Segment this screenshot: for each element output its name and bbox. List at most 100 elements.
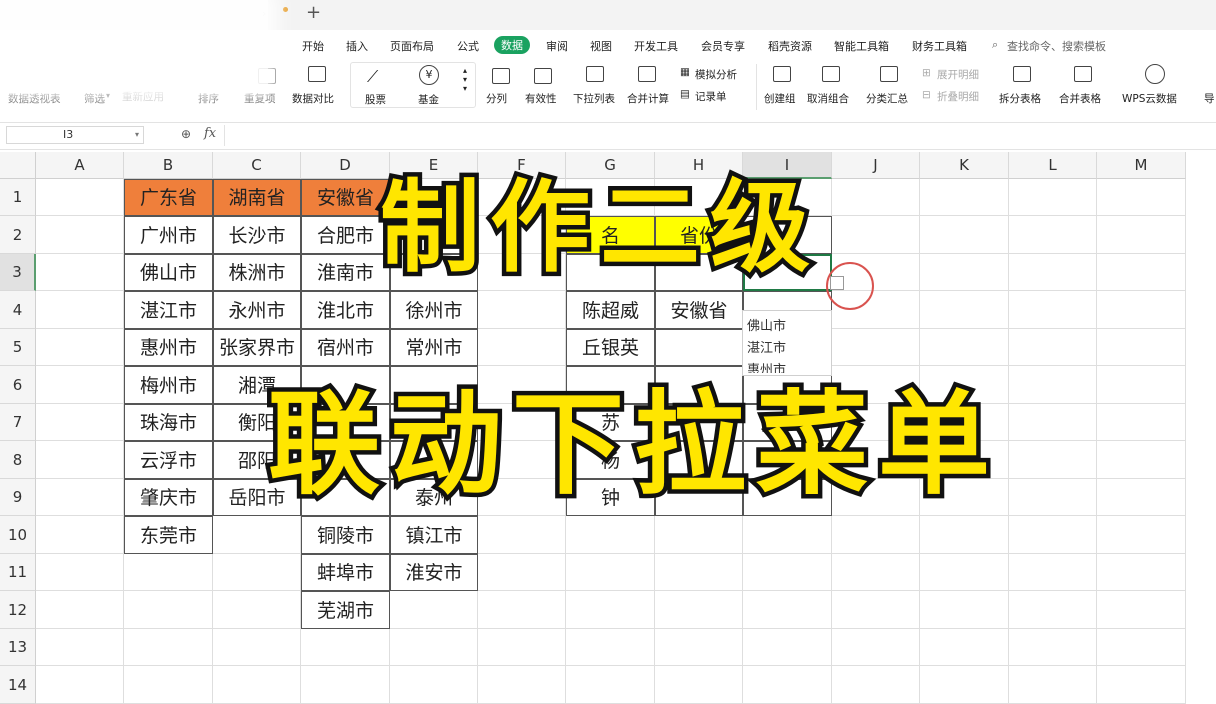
- group-button[interactable]: 创建组: [764, 91, 796, 106]
- grid-cell[interactable]: [1097, 441, 1186, 479]
- grid-cell[interactable]: [36, 329, 124, 366]
- grid-cell[interactable]: [832, 216, 920, 254]
- lookup-cell[interactable]: [655, 329, 743, 366]
- grid-cell[interactable]: [1009, 666, 1097, 704]
- merge-table-icon[interactable]: [1074, 66, 1092, 82]
- magnifier-icon[interactable]: ⊕: [181, 127, 191, 141]
- row-header-9[interactable]: 9: [0, 479, 36, 516]
- grid-cell[interactable]: [1009, 291, 1097, 329]
- grid-cell[interactable]: [1097, 216, 1186, 254]
- menu-dev-tools[interactable]: 开发工具: [634, 38, 678, 54]
- cloud-data-icon[interactable]: [1145, 64, 1165, 84]
- grid-cell[interactable]: [1097, 516, 1186, 554]
- grid-cell[interactable]: [36, 629, 124, 666]
- filter-button[interactable]: 筛选: [84, 91, 105, 106]
- grid-cell[interactable]: [743, 516, 832, 554]
- grid-cell[interactable]: [1009, 629, 1097, 666]
- grid-cell[interactable]: [832, 629, 920, 666]
- text-to-columns-icon[interactable]: [492, 68, 510, 84]
- grid-cell[interactable]: [920, 329, 1009, 366]
- duplicates-button[interactable]: 重复项: [244, 91, 276, 106]
- city-cell[interactable]: 徐州市: [390, 291, 478, 329]
- grid-cell[interactable]: [36, 441, 124, 479]
- row-header-12[interactable]: 12: [0, 591, 36, 629]
- grid-cell[interactable]: [832, 329, 920, 366]
- grid-cell[interactable]: [832, 516, 920, 554]
- column-header-a[interactable]: A: [36, 152, 124, 179]
- grid-cell[interactable]: [390, 666, 478, 704]
- column-header-k[interactable]: K: [920, 152, 1009, 179]
- grid-cell[interactable]: [920, 179, 1009, 216]
- menu-formula[interactable]: 公式: [457, 38, 479, 54]
- grid-cell[interactable]: [1097, 554, 1186, 591]
- grid-cell[interactable]: [743, 554, 832, 591]
- menu-finance-tools[interactable]: 财务工具箱: [912, 38, 967, 54]
- pivot-table-button[interactable]: 数据透视表: [8, 91, 61, 106]
- column-header-m[interactable]: M: [1097, 152, 1186, 179]
- menu-page-layout[interactable]: 页面布局: [390, 38, 434, 54]
- grid-cell[interactable]: [124, 591, 213, 629]
- grid-cell[interactable]: [124, 554, 213, 591]
- row-header-2[interactable]: 2: [0, 216, 36, 254]
- grid-cell[interactable]: [743, 666, 832, 704]
- grid-cell[interactable]: [390, 629, 478, 666]
- city-cell[interactable]: 东莞市: [124, 516, 213, 554]
- grid-cell[interactable]: [478, 591, 566, 629]
- grid-cell[interactable]: [1009, 404, 1097, 441]
- grid-cell[interactable]: [1009, 179, 1097, 216]
- grid-cell[interactable]: [478, 666, 566, 704]
- province-header-cell[interactable]: 湖南省: [213, 179, 301, 216]
- grid-cell[interactable]: [1009, 479, 1097, 516]
- grid-cell[interactable]: [566, 629, 655, 666]
- dropdown-option[interactable]: 佛山市: [747, 315, 786, 334]
- validation-dropdown-list[interactable]: 佛山市 湛江市 惠州市: [742, 310, 832, 376]
- grid-cell[interactable]: [213, 666, 301, 704]
- stocks-chart-icon[interactable]: ⟋: [367, 67, 378, 87]
- row-header-7[interactable]: 7: [0, 404, 36, 441]
- grid-cell[interactable]: [124, 666, 213, 704]
- grid-cell[interactable]: [920, 591, 1009, 629]
- grid-cell[interactable]: [566, 516, 655, 554]
- dropdown-option[interactable]: 湛江市: [747, 337, 786, 356]
- grid-cell[interactable]: [655, 591, 743, 629]
- grid-cell[interactable]: [1009, 216, 1097, 254]
- grid-cell[interactable]: [213, 554, 301, 591]
- consolidate-icon[interactable]: [638, 66, 656, 82]
- city-cell[interactable]: 惠州市: [124, 329, 213, 366]
- city-cell[interactable]: 铜陵市: [301, 516, 390, 554]
- record-icon[interactable]: ▤: [680, 88, 690, 100]
- row-header-8[interactable]: 8: [0, 441, 36, 479]
- grid-cell[interactable]: [920, 629, 1009, 666]
- subtotal-icon[interactable]: [880, 66, 898, 82]
- grid-cell[interactable]: [36, 666, 124, 704]
- lookup-cell[interactable]: 安徽省: [655, 291, 743, 329]
- select-all-corner[interactable]: [0, 152, 36, 179]
- grid-cell[interactable]: [1009, 554, 1097, 591]
- data-compare-icon[interactable]: [308, 66, 326, 82]
- city-cell[interactable]: 淮北市: [301, 291, 390, 329]
- city-cell[interactable]: 湛江市: [124, 291, 213, 329]
- menu-data[interactable]: 数据: [494, 36, 530, 54]
- grid-cell[interactable]: [478, 516, 566, 554]
- grid-cell[interactable]: [390, 591, 478, 629]
- row-header-14[interactable]: 14: [0, 666, 36, 704]
- grid-cell[interactable]: [1009, 516, 1097, 554]
- grid-cell[interactable]: [920, 254, 1009, 291]
- grid-cell[interactable]: [36, 366, 124, 404]
- command-search[interactable]: 查找命令、搜索模板: [1007, 38, 1106, 54]
- grid-cell[interactable]: [36, 404, 124, 441]
- gallery-scroll-icon[interactable]: ▴ ▾ ▾: [463, 66, 467, 93]
- row-header-3[interactable]: 3: [0, 254, 36, 291]
- column-header-j[interactable]: J: [832, 152, 920, 179]
- grid-cell[interactable]: [920, 216, 1009, 254]
- grid-cell[interactable]: [655, 666, 743, 704]
- city-cell[interactable]: 宿州市: [301, 329, 390, 366]
- row-header-11[interactable]: 11: [0, 554, 36, 591]
- grid-cell[interactable]: [566, 591, 655, 629]
- ungroup-button[interactable]: 取消组合: [807, 91, 849, 106]
- fx-icon[interactable]: fx: [204, 126, 216, 141]
- validity-icon[interactable]: [534, 68, 552, 84]
- grid-cell[interactable]: [1009, 591, 1097, 629]
- grid-cell[interactable]: [832, 666, 920, 704]
- new-tab-plus-icon[interactable]: +: [306, 2, 321, 23]
